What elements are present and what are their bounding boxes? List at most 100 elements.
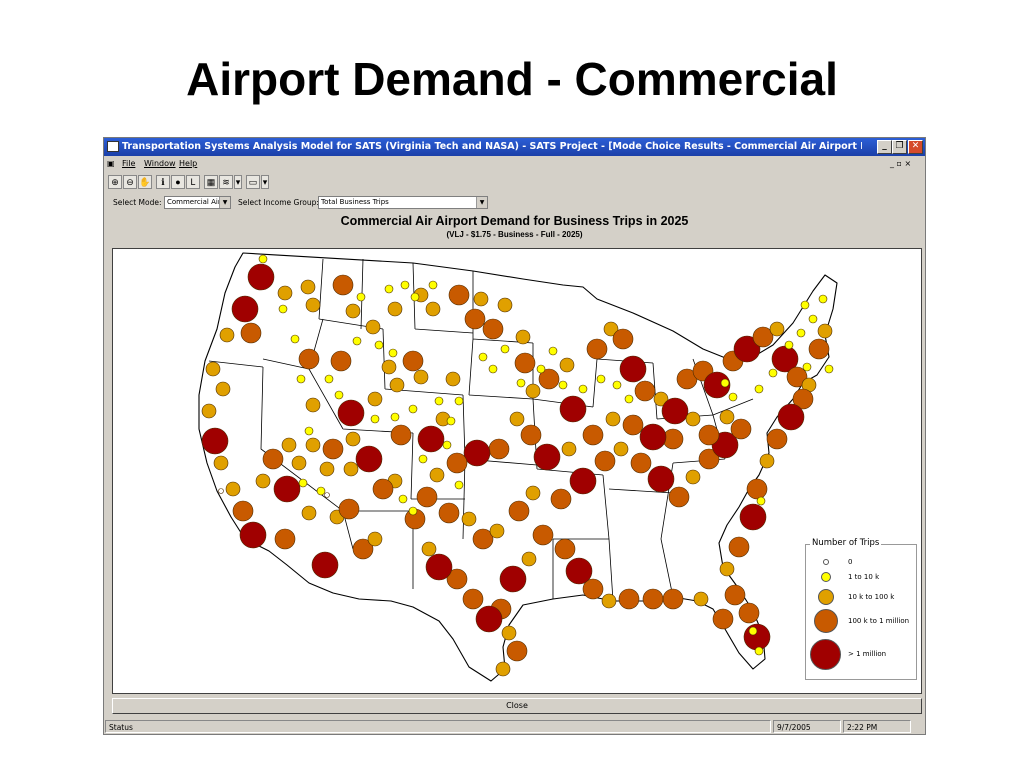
airport-marker[interactable] bbox=[482, 318, 504, 340]
airport-marker[interactable] bbox=[239, 521, 267, 549]
restore-button[interactable]: ❐ bbox=[892, 140, 907, 154]
layers-icon[interactable]: ≋ bbox=[219, 175, 233, 189]
airport-marker[interactable] bbox=[730, 418, 752, 440]
airport-marker[interactable] bbox=[370, 414, 380, 424]
airport-marker[interactable] bbox=[754, 384, 764, 394]
airport-marker[interactable] bbox=[205, 361, 221, 377]
airport-marker[interactable] bbox=[387, 301, 403, 317]
airport-marker[interactable] bbox=[462, 588, 484, 610]
airport-marker[interactable] bbox=[759, 453, 775, 469]
airport-marker[interactable] bbox=[719, 561, 735, 577]
airport-marker[interactable] bbox=[525, 485, 541, 501]
airport-marker[interactable] bbox=[446, 452, 468, 474]
airport-marker[interactable] bbox=[319, 461, 335, 477]
airport-marker[interactable] bbox=[582, 424, 604, 446]
airport-marker[interactable] bbox=[661, 397, 689, 425]
airport-marker[interactable] bbox=[495, 661, 511, 677]
minimize-button[interactable]: _ bbox=[877, 140, 892, 154]
airport-marker[interactable] bbox=[499, 565, 527, 593]
legend-icon[interactable]: ▭ bbox=[246, 175, 260, 189]
airport-marker[interactable] bbox=[201, 403, 217, 419]
airport-marker[interactable] bbox=[766, 428, 788, 450]
save-icon[interactable]: ▦ bbox=[204, 175, 218, 189]
airport-marker[interactable] bbox=[258, 254, 268, 264]
airport-marker[interactable] bbox=[594, 450, 616, 472]
airport-marker[interactable] bbox=[554, 538, 576, 560]
airport-marker[interactable] bbox=[255, 473, 271, 489]
airport-marker[interactable] bbox=[277, 285, 293, 301]
airport-marker[interactable] bbox=[225, 481, 241, 497]
airport-marker[interactable] bbox=[381, 359, 397, 375]
airport-marker[interactable] bbox=[754, 646, 764, 656]
airport-marker[interactable] bbox=[442, 440, 452, 450]
airport-marker[interactable] bbox=[509, 411, 525, 427]
airport-marker[interactable] bbox=[296, 374, 306, 384]
map-panel[interactable]: Number of Trips 0 1 to 10 k 10 k to 100 … bbox=[112, 248, 922, 694]
airport-marker[interactable] bbox=[685, 411, 701, 427]
airport-marker[interactable] bbox=[355, 445, 383, 473]
mode-select[interactable]: Commercial Air ▼ bbox=[164, 196, 231, 209]
airport-marker[interactable] bbox=[756, 496, 766, 506]
legend-dropdown-icon[interactable]: ▾ bbox=[261, 175, 269, 189]
airport-marker[interactable] bbox=[290, 334, 300, 344]
airport-marker[interactable] bbox=[389, 377, 405, 393]
airport-marker[interactable] bbox=[548, 346, 558, 356]
airport-marker[interactable] bbox=[728, 536, 750, 558]
airport-marker[interactable] bbox=[298, 348, 320, 370]
airport-marker[interactable] bbox=[402, 350, 424, 372]
airport-marker[interactable] bbox=[434, 396, 444, 406]
airport-marker[interactable] bbox=[262, 448, 284, 470]
layers-dropdown-icon[interactable]: ▾ bbox=[234, 175, 242, 189]
airport-marker[interactable] bbox=[796, 328, 806, 338]
airport-marker[interactable] bbox=[743, 623, 771, 651]
airport-marker[interactable] bbox=[274, 528, 296, 550]
airport-marker[interactable] bbox=[231, 295, 259, 323]
airport-marker[interactable] bbox=[506, 640, 528, 662]
airport-marker[interactable] bbox=[475, 605, 503, 633]
airport-marker[interactable] bbox=[425, 553, 453, 581]
airport-marker[interactable] bbox=[408, 404, 418, 414]
zoom-out-icon[interactable]: ⊖ bbox=[123, 175, 137, 189]
mdi-doc-icon[interactable]: ▣ bbox=[107, 156, 115, 171]
globe-icon[interactable]: ● bbox=[171, 175, 185, 189]
airport-marker[interactable] bbox=[365, 319, 381, 335]
airport-marker[interactable] bbox=[489, 523, 505, 539]
airport-marker[interactable] bbox=[769, 321, 785, 337]
airport-marker[interactable] bbox=[428, 280, 438, 290]
airport-marker[interactable] bbox=[488, 438, 510, 460]
airport-marker[interactable] bbox=[622, 414, 644, 436]
menu-file[interactable]: File bbox=[122, 156, 135, 171]
zoom-in-icon[interactable]: ⊕ bbox=[108, 175, 122, 189]
airport-marker[interactable] bbox=[586, 338, 608, 360]
airport-marker[interactable] bbox=[464, 308, 486, 330]
airport-marker[interactable] bbox=[429, 467, 445, 483]
airport-marker[interactable] bbox=[330, 350, 352, 372]
mdi-controls[interactable]: _ ▫ × bbox=[890, 156, 911, 171]
airport-marker[interactable] bbox=[802, 362, 812, 372]
airport-marker[interactable] bbox=[454, 480, 464, 490]
airport-marker[interactable] bbox=[784, 340, 794, 350]
airport-marker[interactable] bbox=[728, 392, 738, 402]
airport-marker[interactable] bbox=[685, 469, 701, 485]
airport-marker[interactable] bbox=[824, 364, 834, 374]
airport-marker[interactable] bbox=[618, 588, 640, 610]
airport-marker[interactable] bbox=[345, 303, 361, 319]
airport-marker[interactable] bbox=[281, 437, 297, 453]
airport-marker[interactable] bbox=[569, 467, 597, 495]
airport-marker[interactable] bbox=[662, 588, 684, 610]
airport-marker[interactable] bbox=[693, 591, 709, 607]
airport-marker[interactable] bbox=[639, 423, 667, 451]
airport-marker[interactable] bbox=[808, 314, 818, 324]
menu-help[interactable]: Help bbox=[179, 156, 197, 171]
close-window-button[interactable]: ✕ bbox=[908, 140, 923, 154]
airport-marker[interactable] bbox=[520, 424, 542, 446]
pan-hand-icon[interactable]: ✋ bbox=[138, 175, 152, 189]
airport-marker[interactable] bbox=[311, 551, 339, 579]
airport-marker[interactable] bbox=[201, 427, 229, 455]
airport-marker[interactable] bbox=[515, 329, 531, 345]
airport-marker[interactable] bbox=[497, 297, 513, 313]
airport-marker[interactable] bbox=[578, 384, 588, 394]
airport-marker[interactable] bbox=[525, 383, 541, 399]
chevron-down-icon[interactable]: ▼ bbox=[476, 197, 487, 208]
airport-marker[interactable] bbox=[559, 357, 575, 373]
